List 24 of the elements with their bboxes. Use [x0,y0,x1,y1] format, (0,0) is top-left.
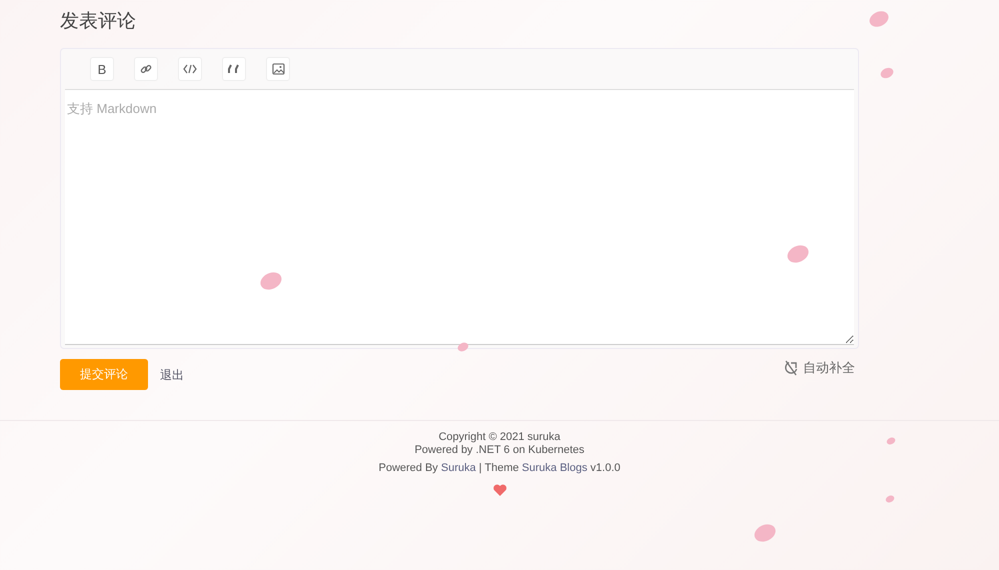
heart-icon [492,484,506,496]
code-tool-button[interactable] [178,57,202,81]
credits-text: Powered By Suruka | Theme Suruka Blogs v1.0.0 [378,462,620,475]
autocomplete-toggle[interactable]: 自动补全 [803,358,855,376]
image-tool-button[interactable] [266,57,290,81]
image-icon [272,63,284,75]
author-link[interactable]: Suruka [440,462,476,474]
code-icon [183,64,197,74]
petal-icon [886,436,896,446]
comment-input-field[interactable]: 支持 Markdown [65,90,854,345]
comment-heading: 发表评论 [60,9,137,34]
theme-link[interactable]: Suruka Blogs [522,462,588,474]
petal-icon [879,66,895,80]
copyright-text: Copyright © 2021 suruka [438,431,560,444]
link-icon [140,63,152,75]
link-tool-button[interactable] [134,57,158,81]
logout-link[interactable]: 退出 [160,366,184,384]
quote-icon [227,64,241,74]
petal-icon [752,522,778,544]
quote-tool-button[interactable] [222,57,246,81]
powered-text: Powered by .NET 6 on Kubernetes [414,444,584,457]
petal-icon [884,494,896,504]
bold-tool-button[interactable]: B [90,57,114,81]
petal-icon [867,9,891,29]
